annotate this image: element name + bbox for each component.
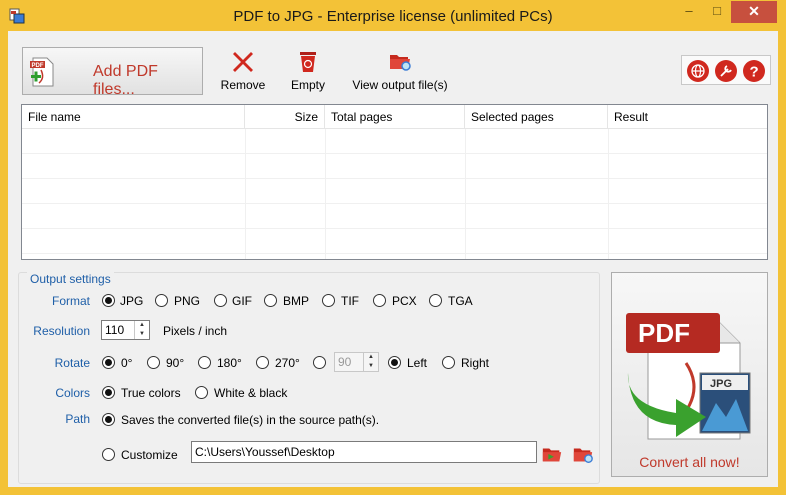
rotate-90-radio[interactable] [147, 356, 160, 369]
format-tif-label[interactable]: TIF [341, 294, 359, 308]
output-settings-title: Output settings [27, 272, 114, 286]
file-list[interactable]: File name Size Total pages Selected page… [21, 104, 768, 260]
format-tif-radio[interactable] [322, 294, 335, 307]
rotate-custom-spinner: 90 ▲ ▼ [334, 352, 379, 372]
rotate-left-radio[interactable] [388, 356, 401, 369]
column-divider [608, 129, 609, 259]
white-black-radio[interactable] [195, 386, 208, 399]
column-divider [245, 129, 246, 259]
rotate-270-label[interactable]: 270° [275, 356, 300, 370]
settings-icon[interactable] [714, 59, 738, 83]
folder-view-icon[interactable] [572, 443, 594, 465]
app-window: PDF to JPG - Enterprise license (unlimit… [0, 0, 786, 495]
rotate-0-label[interactable]: 0° [121, 356, 132, 370]
list-row [22, 129, 767, 154]
column-size[interactable]: Size [245, 105, 325, 129]
rotate-right-radio[interactable] [442, 356, 455, 369]
folder-view-icon [390, 55, 411, 71]
rotate-270-radio[interactable] [256, 356, 269, 369]
resolution-value[interactable]: 110 [105, 323, 124, 337]
customize-path-radio[interactable] [102, 448, 115, 461]
colors-label: Colors [55, 386, 90, 400]
format-tga-label[interactable]: TGA [448, 294, 473, 308]
source-path-label[interactable]: Saves the converted file(s) in the sourc… [121, 413, 379, 427]
list-row [22, 204, 767, 229]
close-button[interactable]: ✕ [731, 1, 777, 23]
help-toolbar: ? [681, 55, 771, 85]
spinner-arrows-icon[interactable]: ▲ ▼ [134, 321, 149, 339]
column-file-name[interactable]: File name [22, 105, 245, 129]
maximize-button[interactable]: □ [703, 1, 731, 23]
help-icon[interactable]: ? [742, 59, 766, 83]
pdf-badge-text: PDF [638, 318, 690, 348]
view-output-files-button[interactable]: View output file(s) [345, 49, 455, 92]
true-colors-label[interactable]: True colors [121, 386, 181, 400]
format-bmp-radio[interactable] [264, 294, 277, 307]
rotate-label: Rotate [54, 356, 90, 370]
rotate-left-label[interactable]: Left [407, 356, 427, 370]
white-black-label[interactable]: White & black [214, 386, 287, 400]
empty-label: Empty [290, 78, 325, 92]
column-divider [325, 129, 326, 259]
remove-button[interactable]: Remove [213, 49, 273, 92]
column-total-pages[interactable]: Total pages [325, 105, 465, 129]
resolution-label: Resolution [33, 324, 90, 338]
format-jpg-label[interactable]: JPG [120, 294, 143, 308]
format-label: Format [51, 294, 90, 308]
file-list-header: File name Size Total pages Selected page… [22, 105, 767, 129]
rotate-right-label[interactable]: Right [461, 356, 489, 370]
list-row [22, 179, 767, 204]
convert-all-now-label: Convert all now! [639, 454, 740, 470]
true-colors-radio[interactable] [102, 386, 115, 399]
rotate-0-radio[interactable] [102, 356, 115, 369]
pdf-to-jpg-convert-icon: PDF JPG [626, 313, 751, 440]
resolution-spinner[interactable]: 110 ▲ ▼ [101, 320, 150, 340]
column-divider [465, 129, 466, 259]
list-row [22, 154, 767, 179]
source-path-radio[interactable] [102, 413, 115, 426]
jpg-badge-text: JPG [710, 378, 732, 390]
column-result[interactable]: Result [608, 105, 767, 129]
recycle-bin-icon [300, 52, 316, 72]
format-pcx-radio[interactable] [373, 294, 386, 307]
globe-icon[interactable] [686, 59, 710, 83]
spinner-arrows-icon: ▲ ▼ [363, 353, 378, 371]
rotate-custom-radio[interactable] [313, 356, 326, 369]
rotate-custom-value: 90 [338, 355, 352, 369]
view-output-files-label: View output file(s) [352, 78, 448, 92]
svg-text:PDF: PDF [32, 63, 44, 69]
rotate-180-radio[interactable] [198, 356, 211, 369]
add-pdf-files-label: Add PDF files... [93, 63, 158, 98]
format-pcx-label[interactable]: PCX [392, 294, 417, 308]
title-bar[interactable]: PDF to JPG - Enterprise license (unlimit… [0, 0, 786, 30]
empty-button[interactable]: Empty [283, 49, 333, 92]
folder-browse-icon[interactable] [541, 443, 563, 465]
rotate-180-label[interactable]: 180° [217, 356, 242, 370]
format-bmp-label[interactable]: BMP [283, 294, 309, 308]
add-pdf-files-button[interactable]: PDF Add PDF files... [22, 47, 203, 98]
customize-path-label[interactable]: Customize [121, 448, 178, 462]
convert-all-now-button[interactable]: PDF JPG Convert all now! [611, 272, 768, 477]
svg-text:?: ? [750, 64, 759, 81]
format-gif-label[interactable]: GIF [232, 294, 252, 308]
resolution-unit: Pixels / inch [163, 324, 228, 338]
window-title: PDF to JPG - Enterprise license (unlimit… [233, 8, 553, 25]
path-label: Path [65, 412, 90, 426]
format-png-label[interactable]: PNG [174, 294, 200, 308]
remove-x-icon [233, 52, 253, 72]
format-jpg-radio[interactable] [102, 294, 115, 307]
client-area: PDF Add PDF files... Remove Empty View o… [8, 31, 778, 487]
custom-path-field[interactable] [191, 441, 537, 463]
column-selected-pages[interactable]: Selected pages [465, 105, 608, 129]
rotate-90-label[interactable]: 90° [166, 356, 184, 370]
minimize-button[interactable]: ‒ [675, 1, 703, 23]
pdf-add-icon: PDF [30, 57, 54, 87]
format-gif-radio[interactable] [214, 294, 227, 307]
format-png-radio[interactable] [155, 294, 168, 307]
list-row [22, 229, 767, 254]
remove-label: Remove [220, 78, 266, 92]
custom-path-input[interactable] [192, 442, 536, 462]
format-tga-radio[interactable] [429, 294, 442, 307]
